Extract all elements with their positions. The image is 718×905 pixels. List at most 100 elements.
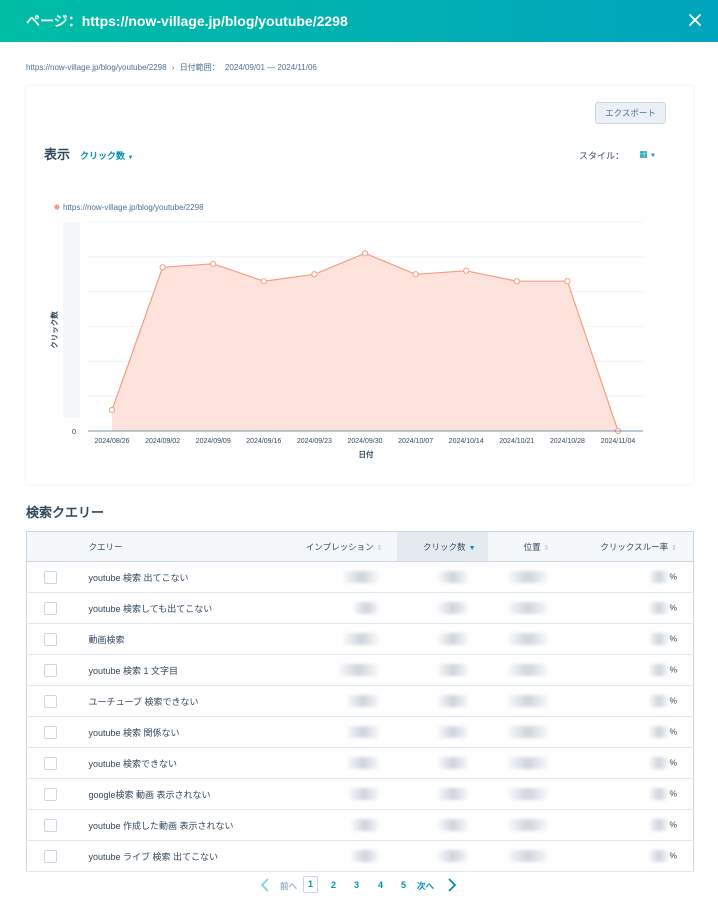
table-row[interactable]: google検索 動画 表示されない%: [26, 778, 694, 810]
table-row[interactable]: youtube 検索 関係ない%: [26, 716, 694, 748]
col-impressions-label: インプレッション: [305, 541, 374, 552]
table-row[interactable]: youtube ライブ 検索 出てこない%: [26, 840, 694, 872]
row-select-cell: [26, 809, 72, 841]
legend-label[interactable]: https://now-village.jp/blog/youtube/2298: [63, 203, 204, 212]
redacted-value: [346, 757, 379, 769]
percent-sign: %: [669, 850, 677, 861]
percent-sign: %: [669, 664, 677, 675]
impressions-cell: [281, 747, 397, 779]
col-position-header[interactable]: 位置 ⇕: [487, 531, 570, 562]
col-clicks-label: クリック数: [423, 541, 466, 552]
redacted-value: [348, 788, 379, 800]
impressions-cell: [281, 840, 397, 872]
query-text: youtube 検索 出てこない: [88, 572, 189, 583]
redacted-value: [507, 850, 548, 862]
page-button[interactable]: 5: [401, 880, 406, 890]
row-checkbox[interactable]: [44, 725, 57, 739]
row-checkbox[interactable]: [44, 787, 57, 801]
data-point[interactable]: [463, 267, 470, 274]
row-checkbox[interactable]: [44, 570, 57, 584]
data-point[interactable]: [260, 278, 267, 285]
chevron-right-icon[interactable]: [447, 878, 457, 892]
query-text: youtube 作成した動画 表示されない: [88, 820, 234, 831]
redacted-value: [649, 695, 670, 707]
data-point[interactable]: [513, 278, 520, 285]
row-select-cell: [26, 685, 72, 717]
data-point[interactable]: [564, 278, 571, 285]
data-point[interactable]: [361, 250, 369, 257]
breadcrumb-separator: ›: [171, 63, 175, 72]
redacted-value: [437, 695, 468, 707]
position-cell: [487, 778, 570, 810]
query-text: youtube 検索しても出てこない: [88, 603, 213, 614]
query-cell: google検索 動画 表示されない: [71, 778, 282, 810]
redacted-value: [649, 757, 670, 769]
table-row[interactable]: ユーチューブ 検索できない%: [26, 685, 694, 717]
page-button[interactable]: 4: [378, 880, 383, 890]
redacted-value: [338, 664, 379, 676]
redacted-value: [437, 726, 468, 738]
redacted-value: [437, 788, 468, 800]
row-checkbox[interactable]: [44, 663, 57, 677]
redacted-value: [346, 695, 379, 707]
close-icon[interactable]: [684, 9, 706, 31]
data-point[interactable]: [159, 264, 166, 271]
row-select-cell: [26, 840, 72, 872]
ctr-cell: %: [569, 747, 694, 779]
x-tick-label: 2024/11/04: [601, 438, 636, 445]
row-select-cell: [26, 592, 72, 624]
row-checkbox[interactable]: [44, 601, 57, 615]
sort-icon: ⇕: [376, 544, 383, 552]
clicks-cell: [396, 561, 488, 593]
row-checkbox[interactable]: [44, 756, 57, 770]
position-cell: [487, 809, 570, 841]
query-cell: youtube 検索 関係ない: [71, 716, 282, 748]
table-row[interactable]: 動画検索%: [26, 623, 694, 655]
redacted-value: [352, 602, 379, 614]
row-checkbox[interactable]: [44, 818, 57, 832]
ctr-cell: %: [569, 809, 694, 841]
col-query-header[interactable]: クエリー: [71, 531, 282, 562]
redacted-value: [507, 664, 548, 676]
table-row[interactable]: youtube 検索しても出てこない%: [26, 592, 694, 624]
percent-sign: %: [669, 633, 677, 644]
table-row[interactable]: youtube 検索 1 文字目%: [26, 654, 694, 686]
page-button-current[interactable]: 1: [303, 876, 318, 893]
ctr-cell: %: [569, 840, 694, 872]
x-axis-label: 日付: [359, 449, 374, 459]
impressions-cell: [281, 623, 397, 655]
data-point[interactable]: [108, 407, 116, 414]
date-range-value[interactable]: 2024/09/01 — 2024/11/06: [225, 63, 317, 72]
query-cell: youtube 作成した動画 表示されない: [71, 809, 282, 841]
redacted-value: [437, 664, 468, 676]
prev-page-button[interactable]: 前へ: [280, 880, 297, 892]
breadcrumb-page[interactable]: https://now-village.jp/blog/youtube/2298: [26, 63, 167, 72]
redacted-value: [342, 571, 379, 583]
chevron-left-icon[interactable]: [260, 878, 270, 892]
row-checkbox[interactable]: [44, 632, 57, 646]
col-clicks-header[interactable]: クリック数 ▼: [396, 531, 488, 562]
col-ctr-header[interactable]: クリックスルー率 ⇕: [569, 531, 694, 562]
breadcrumb: https://now-village.jp/blog/youtube/2298…: [26, 62, 320, 73]
col-impressions-header[interactable]: インプレッション ⇕: [281, 531, 397, 562]
table-row[interactable]: youtube 検索 出てこない%: [26, 561, 694, 593]
data-point[interactable]: [311, 271, 318, 278]
percent-sign: %: [669, 788, 677, 799]
redacted-value: [507, 726, 548, 738]
row-checkbox[interactable]: [44, 694, 57, 708]
page-button[interactable]: 2: [331, 880, 336, 890]
page-button[interactable]: 3: [354, 880, 359, 890]
position-cell: [487, 685, 570, 717]
redacted-value: [437, 757, 468, 769]
row-checkbox[interactable]: [44, 849, 57, 863]
table-row[interactable]: youtube 検索できない%: [26, 747, 694, 779]
data-point[interactable]: [210, 260, 217, 267]
data-point[interactable]: [412, 271, 419, 278]
ctr-cell: %: [569, 778, 694, 810]
redacted-value: [346, 726, 379, 738]
next-page-button[interactable]: 次へ: [417, 880, 434, 892]
clicks-cell: [396, 716, 488, 748]
area-chart: https://now-village.jp/blog/youtube/2298…: [49, 203, 643, 459]
table-row[interactable]: youtube 作成した動画 表示されない%: [26, 809, 694, 841]
x-tick-label: 2024/09/09: [196, 438, 231, 445]
